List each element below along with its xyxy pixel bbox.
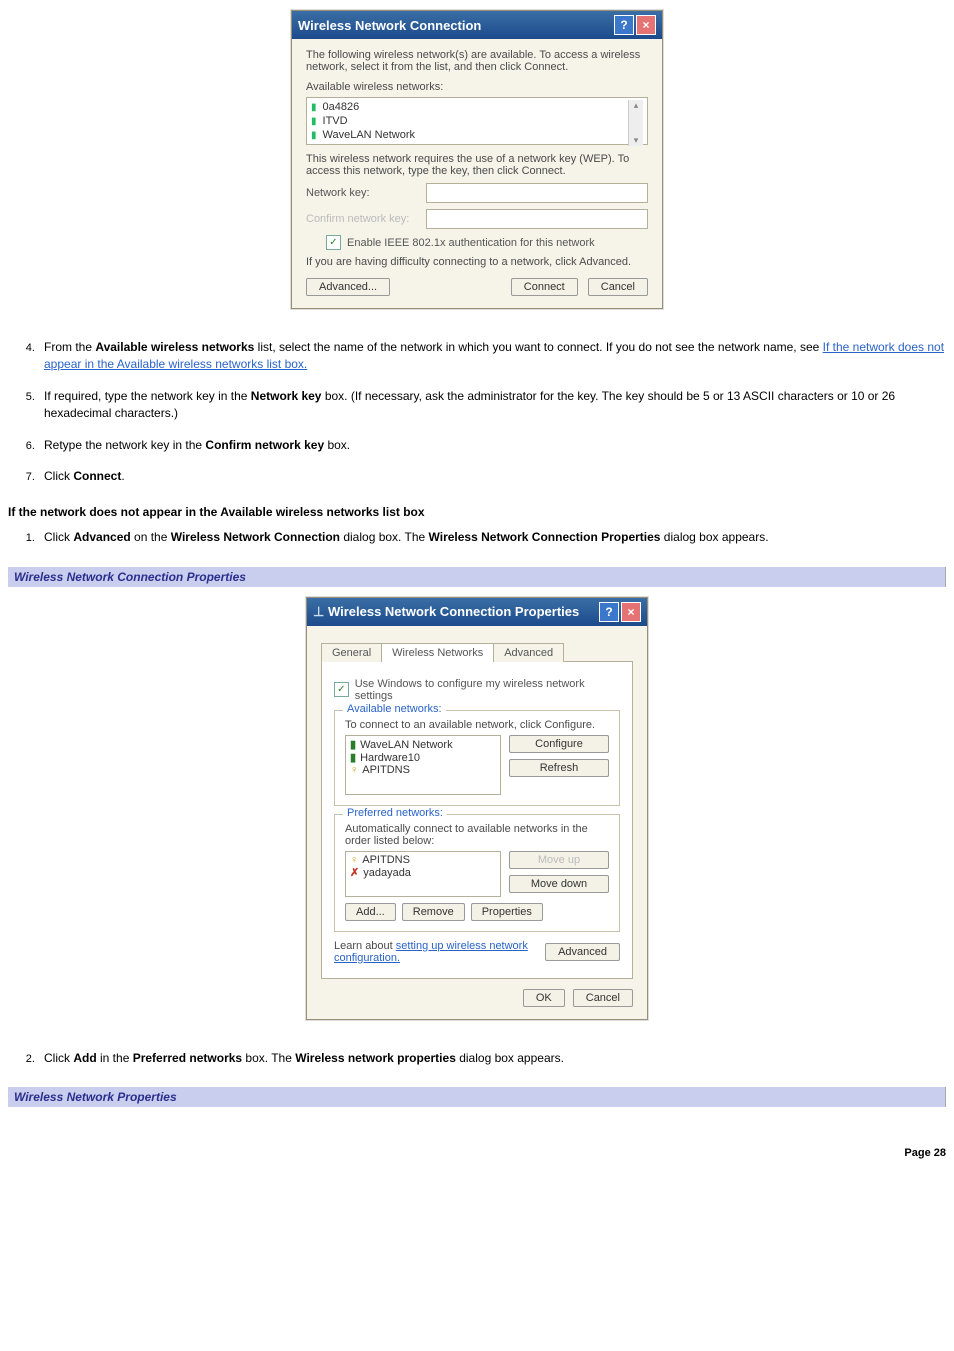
confirm-key-row: Confirm network key: — [306, 209, 648, 229]
tab-general[interactable]: General — [321, 643, 382, 662]
use-windows-checkbox[interactable]: ✓ — [334, 682, 349, 697]
step-4: From the Available wireless networks lis… — [38, 339, 946, 374]
tab-strip: General Wireless Networks Advanced — [321, 642, 633, 662]
signal-icon: ▮ — [311, 102, 317, 113]
signal-icon: ▮ — [350, 752, 356, 764]
tab-wireless-networks[interactable]: Wireless Networks — [381, 643, 494, 662]
network-key-row: Network key: — [306, 183, 648, 203]
instruction-list-1: From the Available wireless networks lis… — [38, 339, 946, 485]
help-icon[interactable]: ? — [599, 602, 619, 622]
preferred-listbox[interactable]: ♀APITDNS ✗yadayada — [345, 851, 501, 897]
step-5: If required, type the network key in the… — [38, 388, 946, 423]
list-item: ♀APITDNS — [350, 764, 496, 776]
list-item: ▮ITVD — [311, 114, 628, 128]
list-item: ✗yadayada — [350, 866, 496, 879]
dialog-title: Wireless Network Connection — [298, 18, 481, 33]
move-down-button[interactable]: Move down — [509, 875, 609, 893]
refresh-button[interactable]: Refresh — [509, 759, 609, 777]
list-item: ▮0a4826 — [311, 100, 628, 114]
list-item: ▮Hardware10 — [350, 751, 496, 764]
wep-text: This wireless network requires the use o… — [306, 153, 648, 177]
network-key-input[interactable] — [426, 183, 648, 203]
signal-icon: ▮ — [350, 739, 356, 751]
cancel-button[interactable]: Cancel — [588, 278, 648, 296]
list-item: ▮WaveLAN Network — [350, 738, 496, 751]
available-listbox[interactable]: ▮WaveLAN Network ▮Hardware10 ♀APITDNS — [345, 735, 501, 795]
network-key-label: Network key: — [306, 187, 426, 199]
use-windows-label: Use Windows to configure my wireless net… — [355, 678, 620, 702]
subheading-missing-network: If the network does not appear in the Av… — [8, 505, 946, 519]
confirm-key-label: Confirm network key: — [306, 213, 426, 225]
page-number: Page 28 — [8, 1147, 946, 1159]
advanced-button[interactable]: Advanced — [545, 943, 620, 961]
cancel-button[interactable]: Cancel — [573, 989, 633, 1007]
available-networks-list[interactable]: ▴▾ ▮0a4826 ▮ITVD ▮WaveLAN Network — [306, 97, 648, 145]
secure-icon: ♀ — [350, 764, 358, 776]
signal-icon: ▮ — [311, 116, 317, 127]
tab-panel: ✓ Use Windows to configure my wireless n… — [321, 662, 633, 979]
remove-button[interactable]: Remove — [402, 903, 465, 921]
group-legend: Preferred networks: — [343, 807, 447, 819]
move-up-button[interactable]: Move up — [509, 851, 609, 869]
step-add: Click Add in the Preferred networks box.… — [38, 1050, 946, 1067]
properties-button[interactable]: Properties — [471, 903, 543, 921]
wireless-properties-dialog: ⊥ Wireless Network Connection Properties… — [306, 597, 648, 1020]
difficulty-text: If you are having difficulty connecting … — [306, 256, 648, 268]
available-label: Available wireless networks: — [306, 81, 648, 93]
secure-icon: ♀ — [350, 854, 358, 866]
list-item: ▮WaveLAN Network — [311, 128, 628, 142]
confirm-key-input[interactable] — [426, 209, 648, 229]
available-networks-group: Available networks: To connect to an ava… — [334, 710, 620, 806]
instruction-list-2: Click Advanced on the Wireless Network C… — [38, 529, 946, 546]
tab-advanced[interactable]: Advanced — [493, 643, 564, 662]
group-legend: Available networks: — [343, 703, 446, 715]
signal-icon: ▮ — [311, 130, 317, 141]
instruction-list-3: Click Add in the Preferred networks box.… — [38, 1050, 946, 1067]
close-icon[interactable]: × — [621, 602, 641, 622]
preferred-networks-group: Preferred networks: Automatically connec… — [334, 814, 620, 932]
available-group-text: To connect to an available network, clic… — [345, 719, 609, 731]
advanced-button[interactable]: Advanced... — [306, 278, 390, 296]
scrollbar[interactable]: ▴▾ — [628, 100, 643, 146]
dialog-title: ⊥ Wireless Network Connection Properties — [313, 604, 579, 620]
ieee-checkbox[interactable]: ✓ — [326, 235, 341, 250]
help-icon[interactable]: ? — [614, 15, 634, 35]
step-6: Retype the network key in the Confirm ne… — [38, 437, 946, 454]
wireless-connection-dialog: Wireless Network Connection ? × The foll… — [291, 10, 663, 309]
preferred-group-text: Automatically connect to available netwo… — [345, 823, 609, 847]
caption-bar-properties: Wireless Network Connection Properties — [8, 567, 946, 587]
dialog-titlebar: ⊥ Wireless Network Connection Properties… — [307, 598, 647, 626]
intro-text: The following wireless network(s) are av… — [306, 49, 648, 73]
dialog-titlebar: Wireless Network Connection ? × — [292, 11, 662, 39]
add-button[interactable]: Add... — [345, 903, 396, 921]
ok-button[interactable]: OK — [523, 989, 565, 1007]
caption-bar-wnp: Wireless Network Properties — [8, 1087, 946, 1107]
list-item: ♀APITDNS — [350, 854, 496, 866]
step-7: Click Connect. — [38, 468, 946, 485]
configure-button[interactable]: Configure — [509, 735, 609, 753]
step-advanced: Click Advanced on the Wireless Network C… — [38, 529, 946, 546]
connect-button[interactable]: Connect — [511, 278, 578, 296]
ieee-label: Enable IEEE 802.1x authentication for th… — [347, 237, 595, 249]
unavailable-icon: ✗ — [350, 867, 359, 879]
close-icon[interactable]: × — [636, 15, 656, 35]
